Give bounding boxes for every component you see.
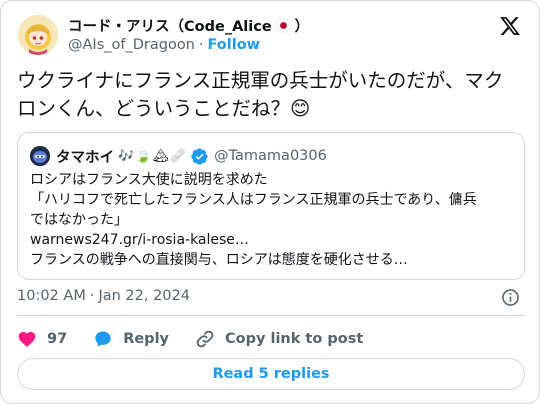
read-replies-label: Read 5 replies (212, 366, 330, 382)
quoted-handle: @Tamama0306 (214, 148, 327, 164)
copy-link-button[interactable]: Copy link to post (195, 329, 363, 349)
reply-button[interactable]: Reply (93, 329, 169, 349)
quoted-link[interactable]: warnews247.gr/i-rosia-kalese… (30, 230, 518, 250)
read-replies-button[interactable]: Read 5 replies (17, 358, 525, 390)
quoted-name-emojis: 🎶🍃🏔🩹 (118, 148, 188, 164)
quoted-author-avatar (30, 146, 50, 166)
action-bar: 97 Reply Copy link to post (17, 327, 389, 351)
post-time: 10:02 AM (17, 288, 86, 304)
link-icon (196, 330, 214, 348)
quoted-header: タマホイ 🎶🍃🏔🩹 @Tamama0306 (56, 145, 327, 167)
tweet-text: ウクライナにフランス正規軍の兵士がいたのだが、マクロンくん、どういうことだね？😊 (17, 67, 522, 123)
smiling-face-emoji-icon: 😊 (290, 97, 311, 120)
japan-flag-icon (275, 17, 291, 33)
verified-badge-icon (191, 147, 208, 165)
post-date: Jan 22, 2024 (98, 288, 190, 304)
quoted-tweet[interactable]: タマホイ 🎶🍃🏔🩹 @Tamama0306 ロシアはフランス大使に説明を求めた … (17, 132, 525, 280)
copy-link-label: Copy link to post (225, 331, 364, 347)
like-count: 97 (47, 331, 68, 347)
like-button[interactable]: 97 (17, 329, 67, 349)
author-handle-row: @AIs_of_Dragoon · Follow (68, 37, 260, 53)
avatar-illustration-icon (18, 15, 58, 55)
quoted-avatar-illustration-icon (30, 146, 50, 166)
quoted-line: ロシアはフランス大使に説明を求めた (30, 172, 268, 188)
reply-bubble-icon (95, 331, 111, 347)
heart-icon (18, 331, 36, 347)
quoted-text: ロシアはフランス大使に説明を求めた 「ハリコフで死亡したフランス人はフランス正規… (30, 170, 518, 270)
quoted-line: 「ハリコフで死亡したフランス人はフランス正規軍の兵士であり、傭兵 (30, 192, 477, 208)
tweet-body: ウクライナにフランス正規軍の兵士がいたのだが、マクロンくん、どういうことだね？ (17, 69, 504, 120)
author-display-name[interactable]: コード・アリス（Code_Alice (68, 15, 272, 36)
follow-button[interactable]: Follow (207, 37, 260, 53)
author-handle[interactable]: @AIs_of_Dragoon (68, 37, 195, 53)
tweet-embed-card: コード・アリス（Code_Alice ） @AIs_of_Dragoon · F… (0, 0, 540, 404)
handle-separator: · (198, 37, 204, 53)
author-display-name-suffix: ） (294, 18, 310, 35)
divider (17, 315, 525, 316)
author-avatar[interactable] (18, 15, 58, 55)
reply-label: Reply (123, 331, 169, 347)
timestamp[interactable]: 10:02 AM · Jan 22, 2024 (17, 288, 190, 304)
time-separator: · (89, 288, 95, 304)
quoted-line: フランスの戦争への直接関与、ロシアは態度を硬化させる… (30, 252, 408, 268)
x-logo-icon[interactable] (499, 15, 521, 37)
info-icon[interactable] (501, 288, 520, 307)
author-name-row: コード・アリス（Code_Alice ） (68, 15, 309, 35)
quoted-line: ではなかった」 (30, 212, 128, 228)
quoted-display-name: タマホイ (56, 149, 114, 166)
